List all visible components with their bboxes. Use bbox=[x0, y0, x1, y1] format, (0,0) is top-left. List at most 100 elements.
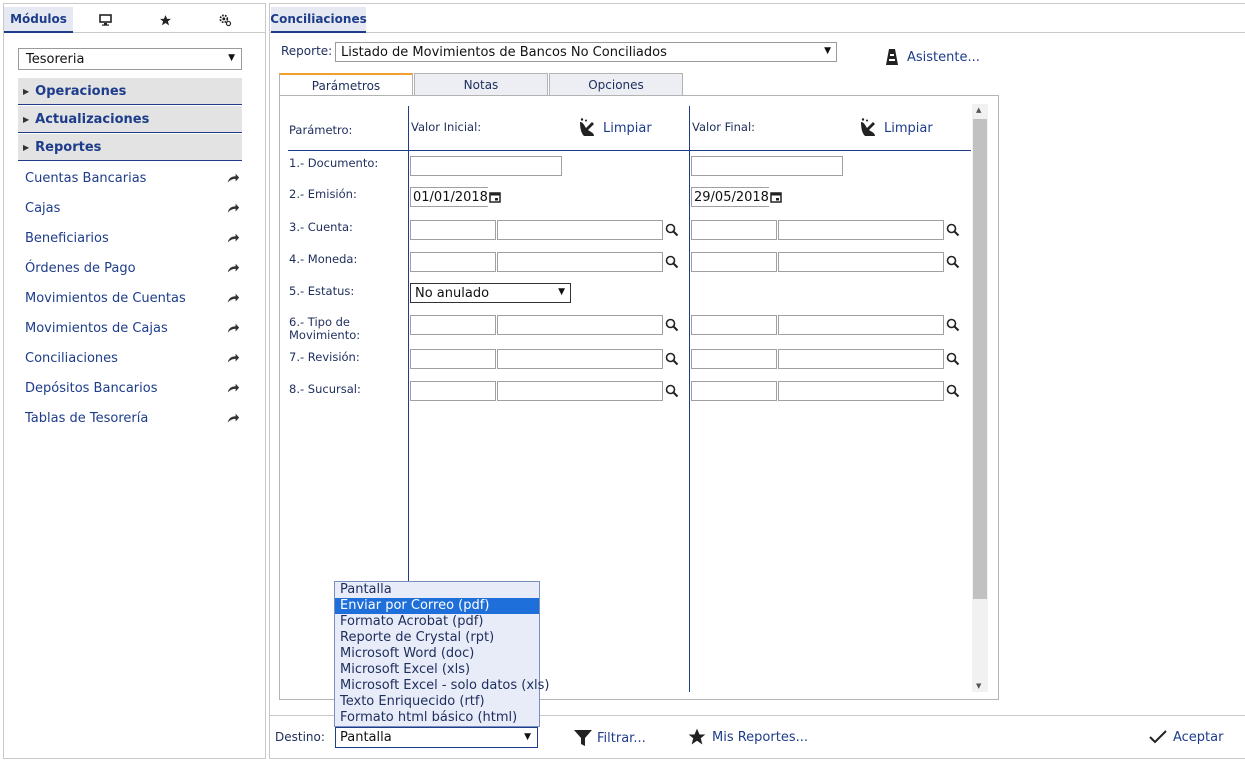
estatus-select[interactable]: No anulado ▼ bbox=[410, 283, 571, 303]
report-select[interactable]: Listado de Movimientos de Bancos No Conc… bbox=[335, 42, 837, 62]
search-icon[interactable] bbox=[946, 384, 960, 398]
destino-select[interactable]: Pantalla ▼ bbox=[335, 727, 538, 748]
search-icon[interactable] bbox=[665, 352, 679, 366]
param-label-estatus: 5.- Estatus: bbox=[289, 284, 355, 298]
search-icon[interactable] bbox=[665, 255, 679, 269]
destino-option[interactable]: Texto Enriquecido (rtf) bbox=[335, 694, 539, 710]
search-icon[interactable] bbox=[946, 318, 960, 332]
cuenta-initial-desc[interactable] bbox=[497, 220, 663, 240]
sidebar-item-movimientos-de-cajas[interactable]: Movimientos de Cajas bbox=[25, 318, 240, 338]
cuenta-final-desc[interactable] bbox=[778, 220, 944, 240]
clear-final-button[interactable]: Limpiar bbox=[859, 118, 933, 138]
report-label: Reporte: bbox=[281, 44, 333, 58]
sucursal-final-desc[interactable] bbox=[778, 381, 944, 401]
sucursal-initial-code[interactable] bbox=[410, 381, 496, 401]
sidebar-item-tablas-de-tesoreria[interactable]: Tablas de Tesorería bbox=[25, 408, 240, 428]
destino-option[interactable]: Reporte de Crystal (rpt) bbox=[335, 630, 539, 646]
destino-option[interactable]: Microsoft Excel - solo datos (xls) bbox=[335, 678, 550, 694]
broom-icon bbox=[580, 118, 594, 136]
date-value: 01/01/2018 bbox=[413, 189, 488, 205]
emision-final-input[interactable]: 29/05/2018 bbox=[691, 187, 769, 207]
section-operaciones[interactable]: ▶ Operaciones bbox=[18, 78, 242, 105]
cuenta-initial-code[interactable] bbox=[410, 220, 496, 240]
sidebar-item-beneficiarios[interactable]: Beneficiarios bbox=[25, 228, 240, 248]
aceptar-button[interactable]: Aceptar bbox=[1149, 729, 1223, 745]
share-arrow-icon bbox=[227, 383, 240, 393]
emision-initial-input[interactable]: 01/01/2018 bbox=[410, 187, 488, 207]
tab-notas[interactable]: Notas bbox=[414, 73, 548, 95]
filter-icon bbox=[574, 730, 592, 746]
revision-final-desc[interactable] bbox=[778, 349, 944, 369]
tipo-final-code[interactable] bbox=[691, 315, 777, 335]
sidebar-item-depositos-bancarios[interactable]: Depósitos Bancarios bbox=[25, 378, 240, 398]
chevron-down-icon: ▼ bbox=[558, 287, 565, 297]
moneda-initial-desc[interactable] bbox=[497, 252, 663, 272]
search-icon[interactable] bbox=[946, 352, 960, 366]
section-label: Operaciones bbox=[35, 83, 127, 99]
header-valor-final: Valor Final: bbox=[692, 120, 756, 134]
scroll-up-icon[interactable]: ▲ bbox=[976, 106, 981, 114]
destino-value: Pantalla bbox=[340, 730, 392, 745]
destino-option[interactable]: Microsoft Word (doc) bbox=[335, 646, 539, 662]
sidebar-item-label: Órdenes de Pago bbox=[25, 260, 136, 276]
revision-final-code[interactable] bbox=[691, 349, 777, 369]
main-tabbar: Conciliaciones bbox=[270, 4, 1245, 33]
tab-modulos[interactable]: Módulos bbox=[4, 7, 73, 33]
search-icon[interactable] bbox=[665, 384, 679, 398]
revision-initial-code[interactable] bbox=[410, 349, 496, 369]
cuenta-final-code[interactable] bbox=[691, 220, 777, 240]
sidebar-item-conciliaciones[interactable]: Conciliaciones bbox=[25, 348, 240, 368]
asistente-label: Asistente... bbox=[907, 49, 980, 65]
chevron-down-icon: ▼ bbox=[228, 53, 235, 63]
clear-initial-button[interactable]: Limpiar bbox=[578, 118, 652, 138]
destino-option-highlighted[interactable]: Enviar por Correo (pdf) bbox=[335, 598, 539, 614]
search-icon[interactable] bbox=[946, 223, 960, 237]
mis-reportes-button[interactable]: Mis Reportes... bbox=[687, 727, 808, 747]
moneda-final-desc[interactable] bbox=[778, 252, 944, 272]
documento-initial-input[interactable] bbox=[410, 156, 562, 176]
tab-parametros[interactable]: Parámetros bbox=[279, 73, 413, 96]
documento-final-input[interactable] bbox=[691, 156, 843, 176]
tab-opciones[interactable]: Opciones bbox=[549, 73, 683, 95]
moneda-initial-code[interactable] bbox=[410, 252, 496, 272]
monitor-icon[interactable] bbox=[92, 7, 118, 33]
calendar-icon[interactable] bbox=[770, 191, 782, 203]
search-icon[interactable] bbox=[665, 318, 679, 332]
search-icon[interactable] bbox=[946, 255, 960, 269]
section-actualizaciones[interactable]: ▶ Actualizaciones bbox=[18, 106, 242, 133]
revision-initial-desc[interactable] bbox=[497, 349, 663, 369]
section-reportes[interactable]: ▶ Reportes bbox=[18, 134, 242, 161]
sidebar-item-ordenes-de-pago[interactable]: Órdenes de Pago bbox=[25, 258, 240, 278]
clear-label: Limpiar bbox=[603, 120, 652, 136]
sidebar-item-cuentas-bancarias[interactable]: Cuentas Bancarias bbox=[25, 168, 240, 188]
gear-icon[interactable] bbox=[212, 7, 238, 33]
broom-icon bbox=[861, 118, 875, 136]
scrollbar-thumb[interactable] bbox=[973, 119, 987, 599]
sucursal-initial-desc[interactable] bbox=[497, 381, 663, 401]
sucursal-final-code[interactable] bbox=[691, 381, 777, 401]
vertical-scrollbar[interactable]: ▲ ▼ bbox=[972, 104, 988, 692]
calendar-icon[interactable] bbox=[489, 191, 501, 203]
scroll-down-icon[interactable]: ▼ bbox=[976, 682, 981, 690]
destino-option[interactable]: Formato html básico (html) bbox=[335, 710, 539, 726]
share-arrow-icon bbox=[227, 263, 240, 273]
moneda-final-code[interactable] bbox=[691, 252, 777, 272]
star-icon[interactable] bbox=[152, 7, 178, 33]
asistente-button[interactable]: Asistente... bbox=[885, 48, 980, 66]
filtrar-button[interactable]: Filtrar... bbox=[573, 728, 646, 748]
destino-option[interactable]: Microsoft Excel (xls) bbox=[335, 662, 539, 678]
destino-option[interactable]: Pantalla bbox=[335, 582, 539, 598]
destino-option[interactable]: Formato Acrobat (pdf) bbox=[335, 614, 539, 630]
sidebar-item-movimientos-de-cuentas[interactable]: Movimientos de Cuentas bbox=[25, 288, 240, 308]
sidebar-item-cajas[interactable]: Cajas bbox=[25, 198, 240, 218]
tipo-initial-desc[interactable] bbox=[497, 315, 663, 335]
param-label-cuenta: 3.- Cuenta: bbox=[289, 220, 353, 234]
tab-conciliaciones[interactable]: Conciliaciones bbox=[270, 7, 367, 33]
tipo-initial-code[interactable] bbox=[410, 315, 496, 335]
tipo-final-desc[interactable] bbox=[778, 315, 944, 335]
header-valor-inicial: Valor Inicial: bbox=[411, 120, 482, 134]
module-select[interactable]: Tesoreria ▼ bbox=[18, 48, 242, 70]
search-icon[interactable] bbox=[665, 223, 679, 237]
star-icon bbox=[688, 728, 706, 745]
sidebar-item-label: Depósitos Bancarios bbox=[25, 380, 158, 396]
